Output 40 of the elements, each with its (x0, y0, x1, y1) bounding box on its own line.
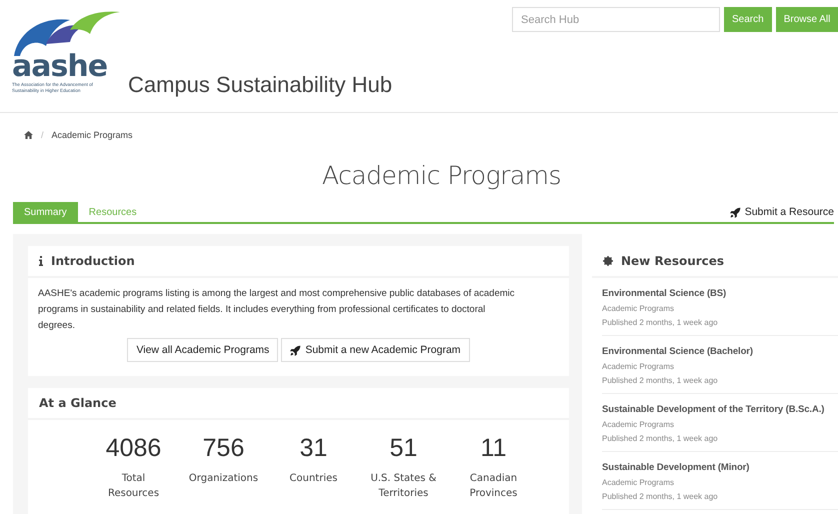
panel-title: At a Glance (39, 396, 116, 410)
introduction-text: AASHE's academic programs listing is among the largest and most comprehensive public databases of academic programs in sustainability and related fields. It includes everything from professional certificates to doctoral degrees. (38, 287, 516, 333)
resource-title[interactable]: Sustainable Development of the Territory (B.Sc.A.) (602, 404, 838, 415)
resource-category: Academic Programs (602, 362, 676, 371)
info-icon (39, 256, 43, 266)
rocket-icon (290, 344, 302, 356)
page-title: Academic Programs (320, 161, 562, 190)
panel-title: New Resources (621, 254, 724, 268)
stat-label: Canadian Provinces (468, 472, 518, 501)
site-title: Campus Sustainability Hub (128, 72, 392, 98)
stat-label: Total Resources (106, 472, 160, 501)
search-field[interactable]: Search Hub (512, 7, 720, 32)
resource-title[interactable]: Environmental Science (BS) (602, 288, 838, 299)
resource-date: Published 2 months, 1 week ago (602, 434, 719, 443)
stat-value: 4086 (106, 434, 162, 463)
home-icon[interactable] (24, 131, 33, 139)
resource-title[interactable]: Sustainable Development (Minor) (602, 462, 838, 473)
view-programs-button[interactable]: View all Academic Programs (127, 338, 278, 362)
stat-label: U.S. States & Territories (370, 472, 438, 501)
panel-title: Introduction (51, 254, 135, 268)
gear-icon (603, 256, 613, 266)
resource-date: Published 2 months, 1 week ago (602, 492, 719, 501)
submit-resource-link[interactable]: Submit a Resource (730, 202, 834, 222)
resource-category: Academic Programs (602, 420, 676, 429)
submit-program-button[interactable]: Submit a new Academic Program (281, 338, 470, 362)
rocket-icon (730, 206, 741, 218)
resource-date: Published 2 months, 1 week ago (602, 376, 719, 385)
resource-date: Published 2 months, 1 week ago (602, 318, 719, 327)
resource-category: Academic Programs (602, 304, 676, 313)
resource-category: Academic Programs (602, 478, 676, 487)
stat-value: 51 (390, 434, 418, 463)
stat-value: 31 (300, 434, 328, 463)
logo-wordmark: aashe (12, 52, 108, 82)
stat-value: 756 (202, 434, 244, 463)
breadcrumb-item[interactable]: Academic Programs (52, 130, 133, 140)
stat-label: Countries (290, 472, 338, 486)
breadcrumb-separator: / (41, 130, 44, 140)
resource-title[interactable]: Environmental Science (Bachelor) (602, 346, 838, 357)
stat-label: Organizations (188, 472, 258, 486)
stat-value: 11 (480, 434, 506, 463)
